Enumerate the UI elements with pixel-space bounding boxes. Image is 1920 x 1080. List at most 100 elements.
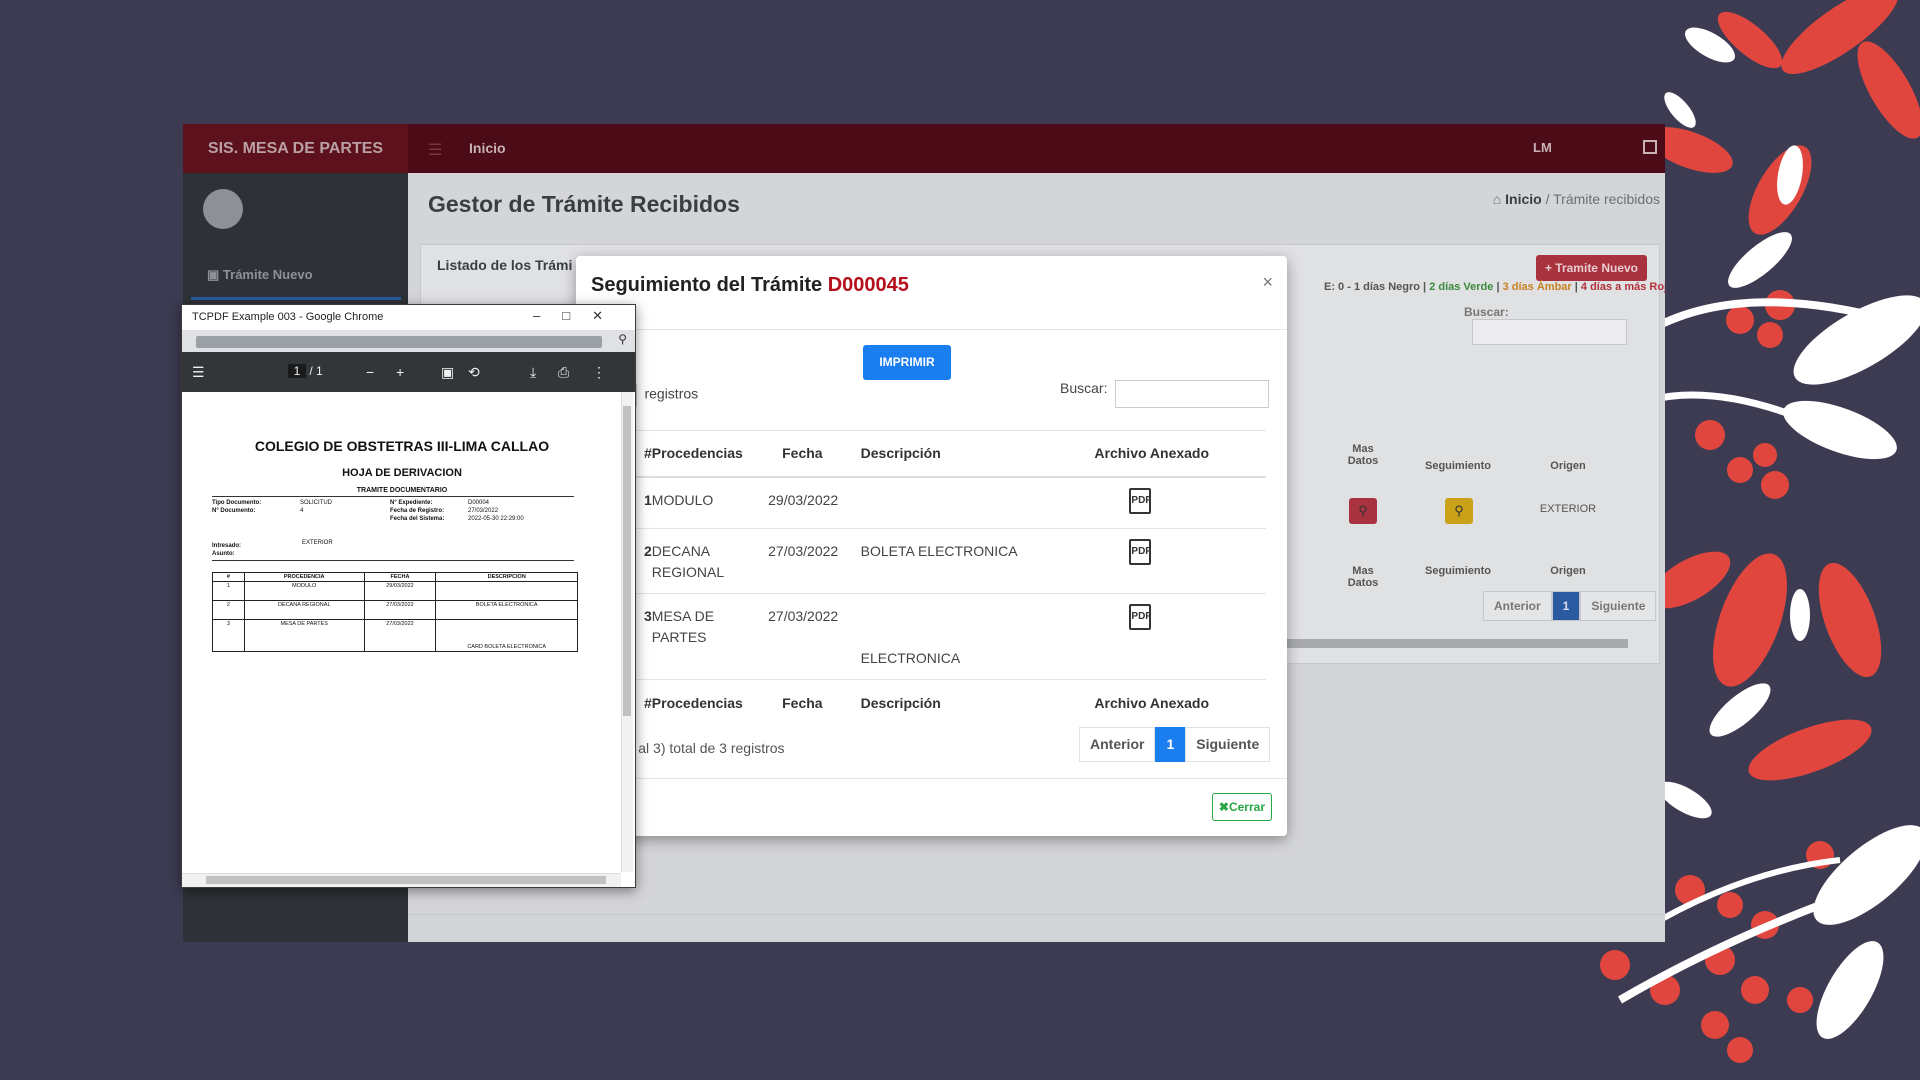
table-header-row: # Procedencias Fecha Descripción Archivo… <box>576 430 1266 478</box>
page-footer <box>408 914 1665 942</box>
fit-page-icon[interactable]: ▣ <box>441 364 454 381</box>
doc-row-num: 3 <box>212 619 245 652</box>
seguimiento-search-button[interactable]: ⚲ <box>1445 498 1473 524</box>
close-window-icon[interactable]: ✕ <box>592 308 625 323</box>
col-archivo[interactable]: Archivo Anexado <box>1054 430 1266 478</box>
row-fecha: 29/03/2022 <box>768 476 861 529</box>
pagination-page[interactable]: 1 <box>1551 591 1581 621</box>
page-total: 1 <box>316 364 323 378</box>
col-seguimiento-header: Seguimiento <box>1424 460 1491 472</box>
print-icon[interactable]: ⎙ <box>558 364 569 381</box>
pdf-menu-icon[interactable]: ☰ <box>192 364 205 381</box>
address-bar: ⚲ <box>182 330 635 352</box>
doc-row-procedencia: MODULO <box>243 581 365 601</box>
background-search-input[interactable] <box>1472 319 1627 345</box>
pdf-file-icon[interactable]: PDF <box>1129 604 1152 630</box>
background-search: Buscar: <box>1464 305 1665 345</box>
pagination-next[interactable]: Siguiente <box>1580 591 1657 621</box>
sidebar-active-indicator <box>191 297 401 300</box>
table-footer-row: # Procedencias Fecha Descripción Archivo… <box>576 679 1266 726</box>
numdoc-value: 4 <box>300 508 304 514</box>
pdf-document-view: COLEGIO DE OBSTETRAS III-LIMA CALLAO HOJ… <box>182 392 635 887</box>
legend-green: 2 días Verde <box>1429 281 1494 293</box>
row-descripcion: BOLETA ELECTRONICA <box>860 528 1055 594</box>
legend-black: E: 0 - 1 días Negro <box>1324 281 1420 293</box>
pagination-prev[interactable]: Anterior <box>1483 591 1552 621</box>
col-fecha[interactable]: Fecha <box>768 430 861 478</box>
page-title: Gestor de Trámite Recibidos <box>428 191 740 217</box>
download-icon[interactable]: ⤓ <box>530 364 536 381</box>
modal-header: Seguimiento del Trámite D000045 × <box>576 256 1287 330</box>
modal-pagination: Anterior 1 Siguiente <box>1079 727 1271 762</box>
row-descripcion <box>860 476 1055 529</box>
tipo-label: Tipo Documento: <box>212 500 262 506</box>
breadcrumb-home[interactable]: Inicio <box>1505 191 1542 207</box>
col-descripcion[interactable]: Descripción <box>860 430 1055 478</box>
pagination-prev[interactable]: Anterior <box>1079 727 1156 762</box>
url-field[interactable] <box>196 336 602 348</box>
maximize-icon[interactable]: □ <box>562 308 592 323</box>
row-descripcion: ELECTRONICA <box>860 593 1055 680</box>
doc-rule <box>212 560 574 561</box>
close-button-label: Cerrar <box>1228 800 1265 814</box>
asunto-label: Asunto: <box>212 551 235 557</box>
breadcrumb-current: Trámite recibidos <box>1553 191 1660 207</box>
doc-row-fecha: 29/03/2022 <box>363 581 437 601</box>
doc-row-fecha: 27/03/2022 <box>363 600 437 620</box>
numdoc-label: N° Documento: <box>212 508 256 514</box>
zoom-out-icon[interactable]: − <box>366 364 374 380</box>
close-icon[interactable]: × <box>1262 272 1273 293</box>
page-input[interactable]: 1 <box>288 364 306 378</box>
row-procedencia: DECANA REGIONAL <box>651 528 769 594</box>
doc-row-procedencia: DECANA REGIONAL <box>243 600 365 620</box>
user-initials[interactable]: LM <box>1533 140 1552 155</box>
table-row: 1 MODULO 29/03/2022 PDF <box>576 476 1266 529</box>
col-fecha-footer: Fecha <box>768 679 861 726</box>
vertical-scroll-thumb[interactable] <box>623 406 631 716</box>
mas-datos-search-button[interactable]: ⚲ <box>1349 498 1377 524</box>
x-icon: ✖ <box>1218 800 1229 814</box>
sidebar-item-tramite-nuevo[interactable]: ▣ Trámite Nuevo <box>207 267 313 283</box>
modal-title: Seguimiento del Trámite D000045 <box>591 274 909 297</box>
table-row: 2 DECANA REGIONAL 27/03/2022 BOLETA ELEC… <box>576 528 1266 594</box>
sistema-value: 2022-05-30 22:29:00 <box>468 516 524 522</box>
legend-red: 4 días a más Rojo <box>1580 281 1665 293</box>
doc-meta-values-left: SOLICITUD 4 <box>300 499 332 515</box>
seguimiento-table: # Procedencias Fecha Descripción Archivo… <box>576 430 1266 726</box>
print-button[interactable]: IMPRIMIR <box>863 345 951 380</box>
pagination-next[interactable]: Siguiente <box>1185 727 1271 762</box>
background-search-label: Buscar: <box>1464 305 1509 319</box>
nav-link-inicio[interactable]: Inicio <box>469 140 506 156</box>
minimize-icon[interactable]: – <box>533 308 562 323</box>
horizontal-scroll-thumb[interactable] <box>206 876 606 884</box>
pdf-file-icon[interactable]: PDF <box>1129 487 1152 514</box>
apps-grid-icon[interactable] <box>1643 140 1657 154</box>
close-button[interactable]: ✖Cerrar <box>1211 793 1272 821</box>
hamburger-menu-icon[interactable]: ☰ <box>428 140 442 160</box>
doc-col-descripcion: DESCRIPCION <box>435 572 578 582</box>
doc-row-procedencia: MESA DE PARTES <box>243 619 365 652</box>
doc-col-fecha: FECHA <box>363 572 437 582</box>
new-tramite-label: Tramite Nuevo <box>1555 261 1638 275</box>
col-archivo-footer: Archivo Anexado <box>1054 679 1266 726</box>
col-origen-header: Origen <box>1550 460 1586 472</box>
horizontal-scrollbar[interactable] <box>1278 639 1628 648</box>
new-tramite-button[interactable]: + Tramite Nuevo <box>1535 255 1647 281</box>
plus-icon: + <box>1544 261 1552 275</box>
pdf-file-icon[interactable]: PDF <box>1129 539 1152 565</box>
more-options-icon[interactable]: ⋮ <box>592 364 606 381</box>
modal-search-input[interactable] <box>1115 380 1270 408</box>
doc-subtitle: TRAMITE DOCUMENTARIO <box>356 487 448 494</box>
zoom-icon[interactable]: ⚲ <box>618 332 627 346</box>
pagination-page[interactable]: 1 <box>1155 727 1186 762</box>
col-procedencias[interactable]: Procedencias <box>651 430 769 478</box>
row-fecha: 27/03/2022 <box>768 528 861 594</box>
sistema-label: Fecha del Sistema: <box>390 516 445 522</box>
zoom-in-icon[interactable]: + <box>396 364 404 380</box>
rotate-icon[interactable]: ⟲ <box>468 364 480 381</box>
pdf-toolbar: ☰ 1 / 1 − + ▣ ⟲ ⤓ ⎙ ⋮ <box>182 352 635 392</box>
brand-title[interactable]: SIS. MESA DE PARTES <box>183 124 408 173</box>
doc-row-descripcion <box>435 581 578 601</box>
background-pagination: Anterior 1 Siguiente <box>1483 591 1657 621</box>
row-procedencia: MODULO <box>651 476 769 529</box>
